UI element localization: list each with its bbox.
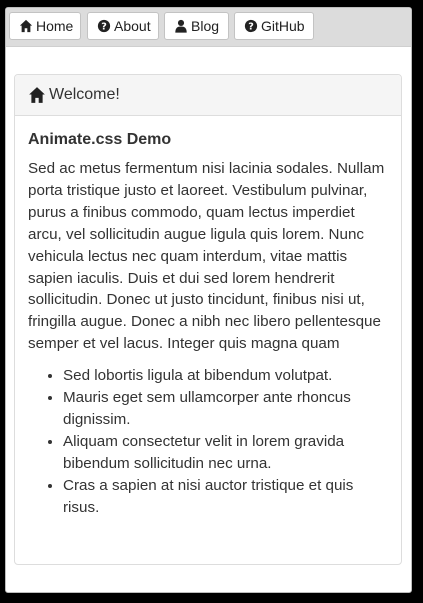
github-button-label: GitHub xyxy=(261,18,305,34)
demo-paragraph: Sed ac metus fermentum nisi lacinia soda… xyxy=(28,160,385,353)
list-item: Mauris eget sem ullamcorper ante rhoncus… xyxy=(63,387,388,431)
blog-button[interactable]: Blog xyxy=(164,12,229,40)
home-icon xyxy=(28,86,46,104)
list-item: Sed lobortis ligula at bibendum volutpat… xyxy=(63,365,388,387)
about-button-label: About xyxy=(114,18,151,34)
github-button[interactable]: ? GitHub xyxy=(234,12,314,40)
list-item: Cras a sapien at nisi auctor tristique e… xyxy=(63,475,388,519)
blog-button-label: Blog xyxy=(191,18,220,34)
panel-heading: Welcome! xyxy=(15,75,401,116)
svg-text:?: ? xyxy=(248,22,254,33)
demo-list: Sed lobortis ligula at bibendum volutpat… xyxy=(28,365,388,518)
panel-body: Animate.css Demo Sed ac metus fermentum … xyxy=(15,116,401,519)
svg-text:?: ? xyxy=(101,22,107,33)
welcome-panel: Welcome! Animate.css Demo Sed ac metus f… xyxy=(14,74,402,565)
question-circle-icon: ? xyxy=(97,19,111,33)
user-icon xyxy=(174,19,188,33)
app-window: Home ? About Blog ? GitHub Welcome! Anim… xyxy=(5,7,412,593)
list-item: Aliquam consectetur velit in lorem gravi… xyxy=(63,431,388,475)
home-icon xyxy=(19,19,33,33)
question-circle-icon: ? xyxy=(244,19,258,33)
panel-heading-title: Welcome! xyxy=(49,86,120,103)
home-button-label: Home xyxy=(36,18,74,34)
home-button[interactable]: Home xyxy=(9,12,81,40)
about-button[interactable]: ? About xyxy=(87,12,159,40)
top-navbar: Home ? About Blog ? GitHub xyxy=(6,8,411,47)
demo-title: Animate.css Demo xyxy=(28,131,172,148)
